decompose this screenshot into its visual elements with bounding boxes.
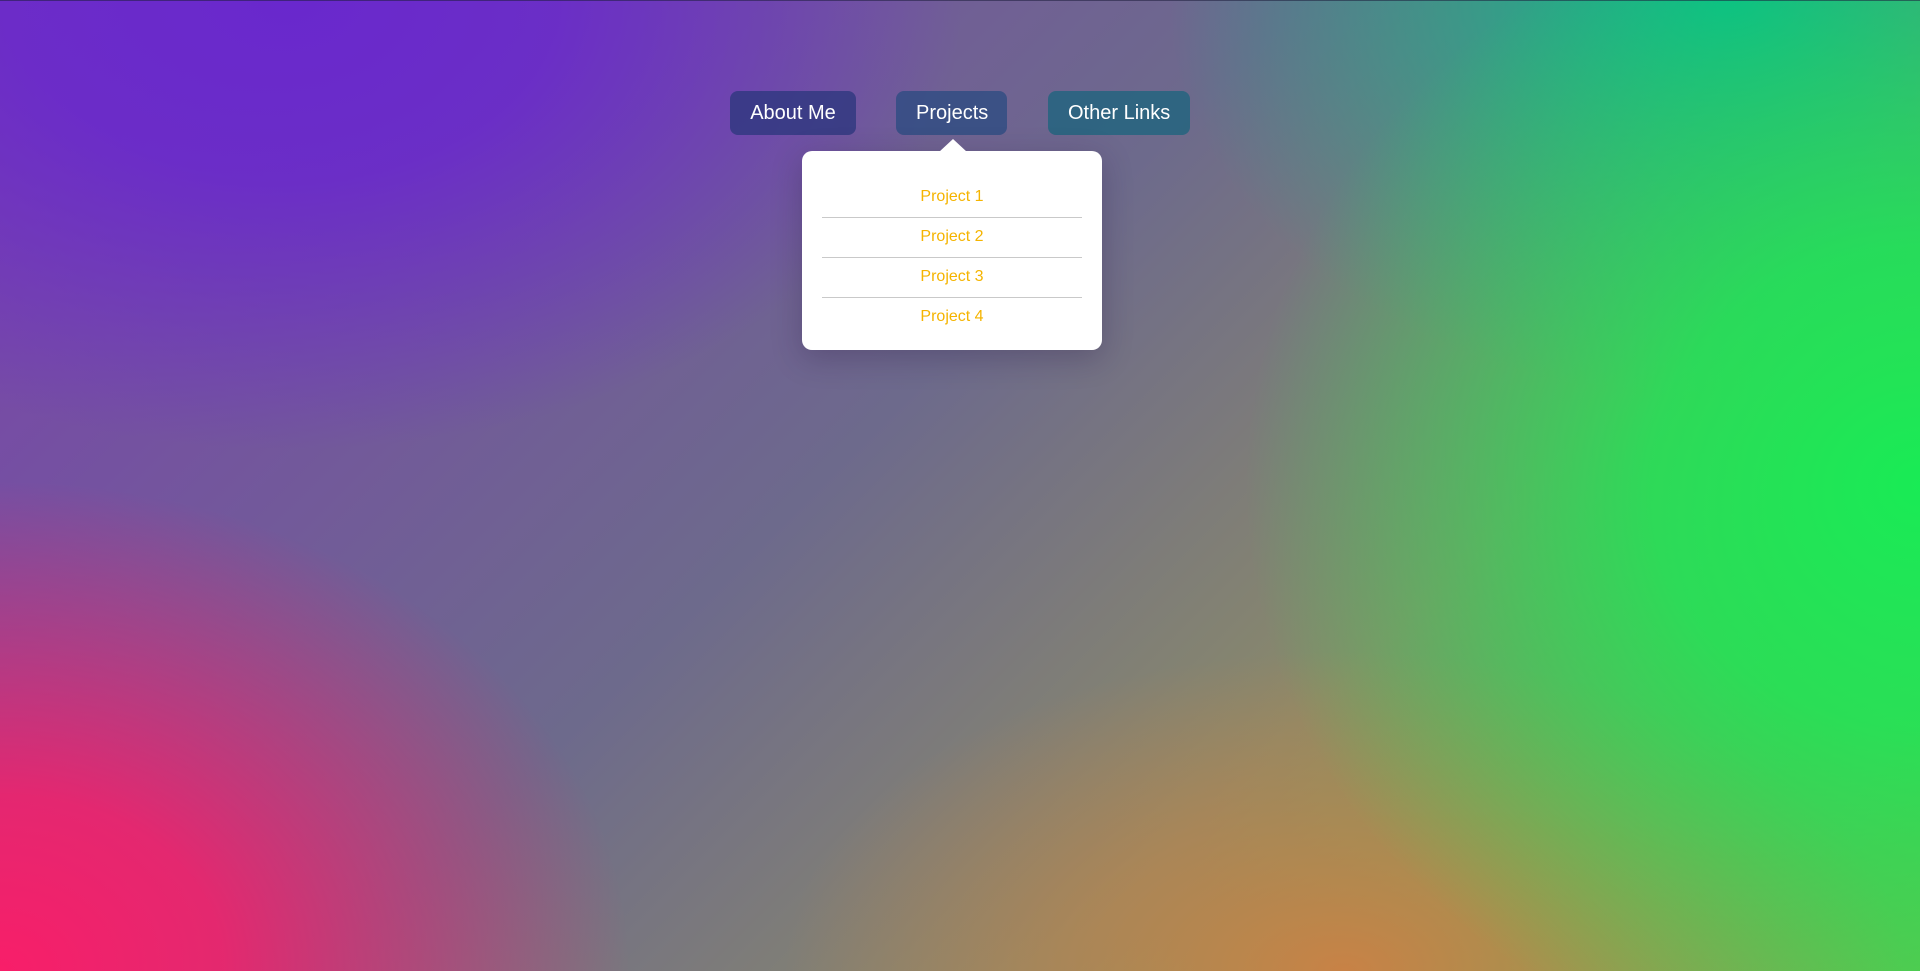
project-2-link[interactable]: Project 2 bbox=[822, 218, 1082, 256]
about-me-button[interactable]: About Me bbox=[730, 91, 856, 135]
list-item: Project 4 bbox=[822, 298, 1082, 338]
main-nav: About Me Projects Other Links bbox=[0, 91, 1920, 135]
project-1-link[interactable]: Project 1 bbox=[822, 178, 1082, 216]
projects-list: Project 1 Project 2 Project 3 Project 4 bbox=[822, 178, 1082, 338]
project-4-link[interactable]: Project 4 bbox=[822, 298, 1082, 336]
page-background: { "nav": { "items": [ {"label": "About M… bbox=[0, 0, 1920, 971]
project-3-link[interactable]: Project 3 bbox=[822, 258, 1082, 296]
dropdown-pointer-arrow bbox=[939, 139, 967, 152]
list-item: Project 1 bbox=[822, 178, 1082, 218]
projects-dropdown: Project 1 Project 2 Project 3 Project 4 bbox=[802, 139, 1102, 350]
list-item: Project 3 bbox=[822, 258, 1082, 298]
projects-button[interactable]: Projects bbox=[896, 91, 1007, 135]
list-item: Project 2 bbox=[822, 218, 1082, 258]
top-border-line bbox=[0, 0, 1920, 1]
other-links-button[interactable]: Other Links bbox=[1048, 91, 1190, 135]
